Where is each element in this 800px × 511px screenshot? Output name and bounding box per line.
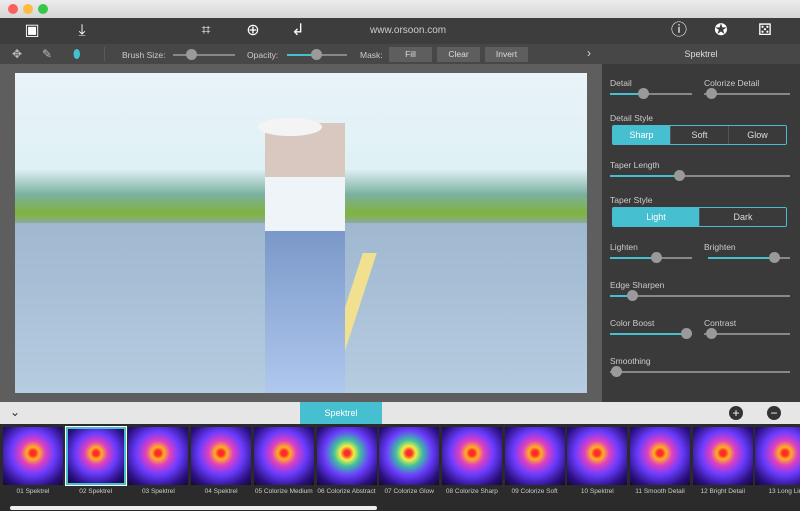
toolbar: ▣ ⤓ ⌗ ⊕ ↲ www.orsoon.com ⓘ ✪ ⚄	[0, 18, 800, 44]
chevron-right-icon[interactable]: ›	[587, 46, 591, 60]
edge-sharpen-slider[interactable]	[610, 290, 790, 301]
tab-spektrel[interactable]: Spektrel	[300, 402, 382, 424]
image-icon[interactable]: ▣	[22, 21, 42, 41]
lighten-label: Lighten	[610, 242, 638, 252]
preset-label: 09 Colorize Soft	[511, 488, 558, 495]
taper-length-label: Taper Length	[610, 160, 660, 170]
info-icon[interactable]: ⓘ	[669, 21, 689, 41]
mask-label: Mask:	[360, 50, 383, 60]
chevron-down-icon[interactable]: ⌄	[10, 405, 20, 419]
preset-label: 13 Long Lin	[768, 488, 800, 495]
preset-thumbnail[interactable]	[191, 427, 252, 485]
taper-style-segmented: Light Dark	[612, 207, 787, 227]
eraser-icon[interactable]: ⬮	[73, 47, 81, 62]
preset-thumbnail[interactable]	[567, 427, 628, 485]
preset-thumbnail[interactable]	[692, 427, 753, 485]
brush-icon[interactable]: ✎	[42, 47, 52, 61]
preset-label: 08 Colorize Sharp	[445, 488, 498, 495]
preset-label: 10 Spektrel	[580, 488, 614, 495]
preset-label: 07 Colorize Glow	[384, 488, 434, 495]
detail-label: Detail	[610, 78, 632, 88]
detail-style-soft[interactable]: Soft	[670, 126, 728, 144]
preset-strip: 01 Spektrel 02 Spektrel 03 Spektrel 04 Spek…	[0, 424, 800, 511]
detail-style-glow[interactable]: Glow	[728, 126, 786, 144]
maximize-button[interactable]	[38, 4, 48, 14]
brush-toolbar: ✥ ✎ ⬮ Brush Size: Opacity: Mask: Fill Cl…	[0, 44, 602, 64]
color-boost-slider[interactable]	[610, 328, 692, 339]
preset-thumbnail[interactable]	[379, 427, 440, 485]
preset-thumbnail[interactable]	[253, 427, 314, 485]
divider	[104, 47, 105, 61]
colorize-detail-slider[interactable]	[704, 88, 790, 99]
preset-label: 06 Colorize Abstract	[317, 488, 376, 495]
taper-style-light[interactable]: Light	[613, 208, 699, 226]
taper-length-slider[interactable]	[610, 170, 790, 181]
close-button[interactable]	[8, 4, 18, 14]
move-icon[interactable]: ✥	[12, 47, 22, 61]
opacity-label: Opacity:	[247, 50, 279, 60]
preset-thumbnail[interactable]	[316, 427, 377, 485]
detail-slider[interactable]	[610, 88, 692, 99]
preset-label: 02 Spektrel	[79, 488, 113, 495]
detail-style-sharp[interactable]: Sharp	[613, 126, 670, 144]
detail-style-segmented: Sharp Soft Glow	[612, 125, 787, 145]
preset-label: 01 Spektrel	[16, 488, 50, 495]
add-icon[interactable]: +	[729, 406, 743, 420]
remove-icon[interactable]: −	[767, 406, 781, 420]
preset-label: 11 Smooth Detail	[635, 488, 685, 495]
panel-title: Spektrel	[602, 44, 800, 64]
hat	[258, 118, 322, 136]
crop-icon[interactable]: ⌗	[196, 21, 216, 41]
preset-thumbnail[interactable]	[504, 427, 565, 485]
lighten-slider[interactable]	[610, 252, 692, 263]
clear-button[interactable]: Clear	[437, 47, 480, 62]
preset-thumbnail[interactable]	[441, 427, 502, 485]
undo-icon[interactable]: ↲	[288, 21, 308, 41]
edge-sharpen-label: Edge Sharpen	[610, 280, 665, 290]
minimize-button[interactable]	[23, 4, 33, 14]
strip-scrollbar[interactable]	[10, 506, 377, 510]
zoom-icon[interactable]: ⊕	[243, 21, 263, 41]
photo-canvas[interactable]	[15, 73, 587, 393]
preset-thumbnail[interactable]	[630, 427, 690, 485]
preset-thumbnail[interactable]	[3, 427, 63, 485]
preset-thumbnail[interactable]	[64, 426, 127, 486]
smoothing-label: Smoothing	[610, 356, 651, 366]
detail-style-label: Detail Style	[610, 113, 653, 123]
smoothing-slider[interactable]	[610, 366, 790, 377]
preset-label: 05 Colorize Medium	[254, 488, 313, 495]
dice-icon[interactable]: ⚄	[755, 21, 775, 41]
preset-thumbnail[interactable]	[755, 427, 800, 485]
colorize-detail-label: Colorize Detail	[704, 78, 760, 88]
contrast-label: Contrast	[704, 318, 737, 328]
preset-label: 04 Spektrel	[204, 488, 238, 495]
brighten-slider[interactable]	[708, 252, 790, 263]
settings-panel: Detail Colorize Detail Detail Style Shar…	[602, 64, 800, 402]
invert-button[interactable]: Invert	[485, 47, 528, 62]
preset-label: 12 Bright Detail	[700, 488, 745, 495]
preset-thumbnail[interactable]	[128, 427, 189, 485]
taper-style-label: Taper Style	[610, 195, 653, 205]
contrast-slider[interactable]	[704, 328, 790, 339]
brighten-label: Brighten	[704, 242, 736, 252]
taper-style-dark[interactable]: Dark	[699, 208, 786, 226]
fill-button[interactable]: Fill	[389, 47, 432, 62]
watermark: www.orsoon.com	[370, 25, 447, 36]
preset-label: 03 Spektrel	[141, 488, 175, 495]
title-bar	[0, 0, 800, 18]
color-boost-label: Color Boost	[610, 318, 655, 328]
person	[265, 123, 345, 393]
save-icon[interactable]: ⤓	[72, 21, 92, 41]
preset-bar: ⌄ Spektrel + −	[0, 402, 800, 424]
brush-size-slider[interactable]	[173, 49, 235, 60]
settings-icon[interactable]: ✪	[711, 21, 731, 41]
brush-size-label: Brush Size:	[122, 50, 166, 60]
opacity-slider[interactable]	[287, 49, 347, 60]
